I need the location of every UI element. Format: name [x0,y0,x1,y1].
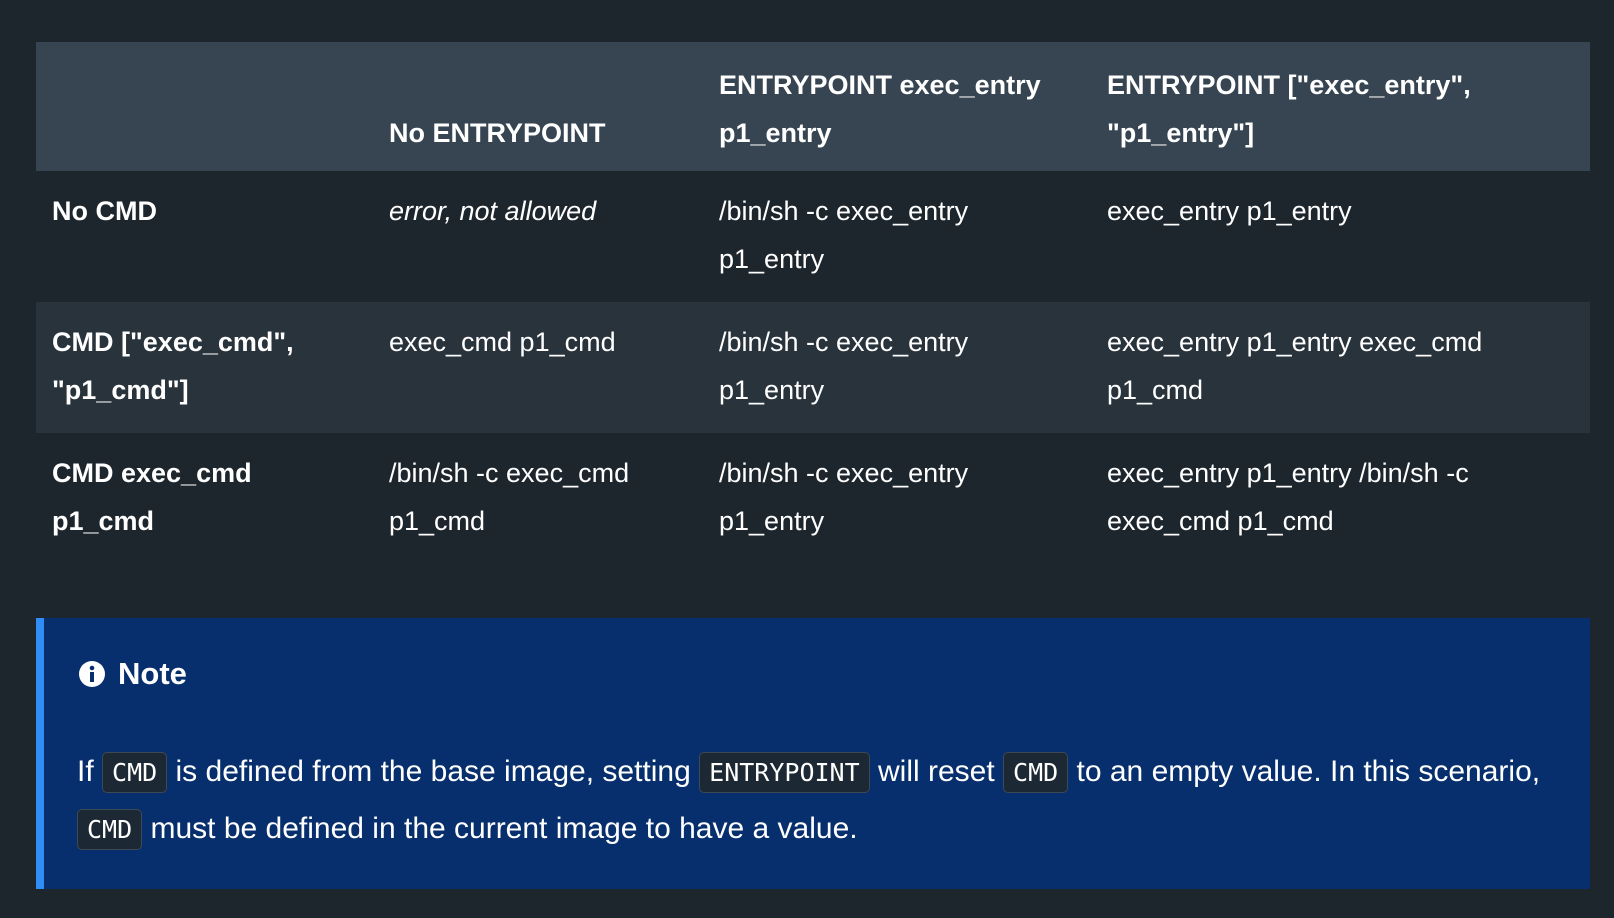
note-callout: Note If CMD is defined from the base ima… [36,618,1590,889]
note-title: Note [118,656,187,691]
header-no-entrypoint: No ENTRYPOINT [389,118,606,148]
table-cell: exec_entry p1_entry /bin/sh -c exec_cmd … [1107,458,1469,536]
content-wrapper: No ENTRYPOINT ENTRYPOINT exec_entry p1_e… [36,42,1590,572]
inline-code-cmd: CMD [77,809,143,850]
note-text: is defined from the base image, setting [167,755,700,788]
note-text: If [77,755,103,788]
table-header-row: No ENTRYPOINT ENTRYPOINT exec_entry p1_e… [36,42,1590,171]
table-row: No CMD error, not allowed /bin/sh -c exe… [36,171,1590,302]
cmd-entrypoint-table: No ENTRYPOINT ENTRYPOINT exec_entry p1_e… [36,42,1590,572]
info-icon [79,661,105,687]
table-cell: exec_cmd p1_cmd [389,327,616,357]
table-cell: /bin/sh -c exec_entry p1_entry [719,196,969,274]
note-heading: Note [78,656,187,692]
table-cell: exec_entry p1_entry [1107,196,1352,226]
row-label-no-cmd: No CMD [52,196,157,226]
table-header: No ENTRYPOINT ENTRYPOINT exec_entry p1_e… [36,42,1590,171]
row-label-cmd-exec-form: CMD ["exec_cmd", "p1_cmd"] [52,327,294,405]
inline-code-entrypoint: ENTRYPOINT [699,752,870,793]
note-body: If CMD is defined from the base image, s… [77,744,1557,858]
note-text: must be defined in the current image to … [142,812,858,845]
inline-code-cmd: CMD [102,752,168,793]
note-text: will reset [869,755,1004,788]
inline-code-cmd: CMD [1003,752,1069,793]
header-entrypoint-exec: ENTRYPOINT ["exec_entry", "p1_entry"] [1107,70,1471,148]
note-text: to an empty value. In this scenario, [1068,755,1541,788]
table-row: CMD exec_cmd p1_cmd /bin/sh -c exec_cmd … [36,433,1590,572]
table-cell: error, not allowed [389,196,597,226]
table-cell: /bin/sh -c exec_entry p1_entry [719,458,969,536]
table-cell: /bin/sh -c exec_cmd p1_cmd [389,458,630,536]
header-corner-cell [36,42,373,171]
table-row: CMD ["exec_cmd", "p1_cmd"] exec_cmd p1_c… [36,302,1590,433]
table-cell: exec_entry p1_entry exec_cmd p1_cmd [1107,327,1483,405]
row-label-cmd-shell-form: CMD exec_cmd p1_cmd [52,458,252,536]
header-entrypoint-shell: ENTRYPOINT exec_entry p1_entry [719,70,1041,148]
table-cell: /bin/sh -c exec_entry p1_entry [719,327,969,405]
